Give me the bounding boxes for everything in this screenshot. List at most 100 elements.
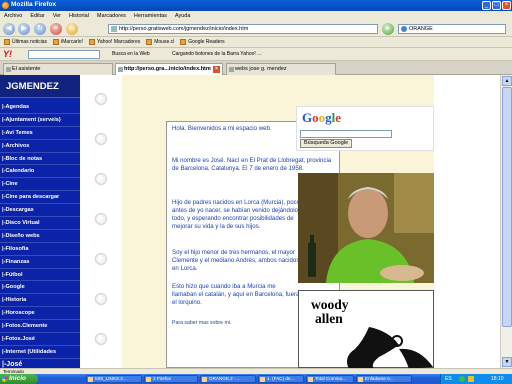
start-button[interactable]: Inicio [0, 374, 38, 384]
taskbar-item[interactable]: ORANGE.2 - ... [200, 375, 256, 383]
sidebar-item-agendas[interactable]: |-Agendas [0, 101, 80, 114]
document-icon [260, 377, 265, 382]
yahoo-search-input[interactable] [28, 50, 100, 59]
google-logo[interactable]: Google [302, 110, 341, 126]
menu-bar: Archivo Editar Ver Historial Marcadores … [0, 11, 512, 21]
binder-ring-icon [95, 333, 107, 345]
folder-icon [88, 377, 93, 382]
minimize-button[interactable]: _ [482, 1, 491, 10]
tab-webs[interactable]: webs jose g. mendez [226, 63, 336, 75]
siblings-paragraph: Soy el hijo menor de tres hermanos, el m… [172, 249, 300, 273]
menu-ayuda[interactable]: Ayuda [175, 13, 191, 19]
stop-icon[interactable]: × [50, 23, 62, 35]
window-titlebar[interactable]: Mozilla Firefox _ □ × [0, 0, 512, 11]
sidebar-item-cine-descargar[interactable]: |-Cine para descargar [0, 191, 80, 205]
clock[interactable]: 18:10 [491, 374, 504, 384]
sidebar-item-futbol[interactable]: |-Fútbol [0, 269, 80, 282]
google-search-input[interactable] [300, 130, 392, 138]
document-icon [358, 377, 363, 382]
tab-bar: El asistente http://perso.gra...inicio/i… [0, 61, 512, 75]
menu-historial[interactable]: Historial [69, 13, 89, 19]
sidebar-item-archivos[interactable]: |-Archivos [0, 140, 80, 153]
sidebar-item-internet[interactable]: |-Internet (Utilidades [0, 346, 80, 359]
document-icon [202, 377, 207, 382]
bookmark-item[interactable]: Google Readers [180, 39, 225, 45]
sidebar-item-disco-virtual[interactable]: |-Disco Virtual [0, 217, 80, 230]
profile-photo [298, 173, 434, 283]
bookmark-item[interactable]: Yahoo! Marcadores [88, 39, 140, 45]
menu-herramientas[interactable]: Herramientas [134, 13, 167, 19]
sidebar-item-horoscope[interactable]: |-Horoscope [0, 307, 80, 321]
window-title: Mozilla Firefox [11, 1, 57, 8]
taskbar-item[interactable]: 2 Firefox [144, 375, 198, 383]
sidebar-item-bloc-notas[interactable]: |-Bloc de notas [0, 153, 80, 166]
back-icon[interactable]: ◀ [3, 23, 15, 35]
language-indicator[interactable]: ES [445, 374, 452, 384]
page-content: JGMENDEZ |-Agendas |-Ajuntament (serveis… [0, 75, 512, 372]
site-favicon-icon [111, 26, 117, 32]
woody-allen-title: woody allen [311, 297, 349, 326]
tab-index[interactable]: http://perso.gra...inicio/index.htm × [115, 63, 223, 75]
sidebar-item-google[interactable]: |-Google [0, 281, 80, 295]
menu-editar[interactable]: Editar [30, 13, 44, 19]
sidebar-item-diseno-webs[interactable]: |-Diseño webs [0, 230, 80, 243]
bookmark-item[interactable]: Últimas noticias [4, 39, 47, 45]
google-icon [180, 39, 187, 45]
taskbar-item[interactable]: Total Comma... [306, 375, 354, 383]
nickname-paragraph: Esto hizo que cuando iba a Murcia me lla… [172, 283, 300, 307]
close-tab-icon[interactable]: × [213, 66, 220, 73]
app-icon [308, 377, 313, 382]
menu-archivo[interactable]: Archivo [4, 13, 22, 19]
bookmark-item[interactable]: Mouse.cl [146, 39, 174, 45]
more-about-me-link[interactable]: Para saber mas sobre mi. [172, 319, 302, 327]
binder-ring-icon [95, 93, 107, 105]
search-box[interactable]: ORANGE [398, 24, 506, 34]
tab-asistente[interactable]: El asistente [3, 63, 113, 75]
sidebar-item-cine[interactable]: |-Cine [0, 178, 80, 192]
scroll-thumb[interactable] [502, 87, 512, 327]
google-search-button[interactable]: Búsqueda Google [300, 139, 353, 148]
yahoo-loading-text: Cargando botones de la Barra Yahoo! ... [172, 51, 262, 57]
address-bar[interactable]: http://perso.gratisweb.com/jgmendez/inic… [108, 24, 378, 34]
yahoo-icon [88, 39, 95, 45]
sidebar-item-filosofia[interactable]: |-Filosofía [0, 243, 80, 256]
binder-ring-icon [95, 173, 107, 185]
scroll-down-icon[interactable]: ▼ [502, 357, 512, 367]
go-icon[interactable]: ▸ [382, 23, 394, 35]
sidebar-item-fotos-jose[interactable]: |-Fotos.José [0, 333, 80, 346]
system-tray: ES 18:10 [440, 374, 512, 384]
close-window-button[interactable]: × [502, 1, 511, 10]
forward-icon[interactable]: ▶ [18, 23, 30, 35]
sidebar-item-historia[interactable]: |-Historia [0, 294, 80, 308]
sidebar-item-fotos-clemente[interactable]: |-Fotos.Clemente [0, 320, 80, 334]
sidebar-header: JGMENDEZ [0, 75, 80, 98]
vertical-scrollbar[interactable]: ▲ ▼ [500, 75, 512, 368]
sidebar-item-ajuntament[interactable]: |-Ajuntament (serveis) [0, 114, 80, 127]
taskbar-item[interactable]: MIS_LINKS.2... [86, 375, 142, 383]
firefox-icon [146, 377, 151, 382]
scroll-up-icon[interactable]: ▲ [502, 76, 512, 86]
binder-rings [80, 75, 122, 368]
rss-icon [4, 39, 10, 45]
bookmark-item[interactable]: iMarcarlo! [53, 39, 83, 45]
taskbar-item[interactable]: 1. (FAC) de... [258, 375, 304, 383]
sidebar-item-descargas[interactable]: |-Descargas [0, 204, 80, 218]
menu-marcadores[interactable]: Marcadores [97, 13, 126, 19]
sidebar-item-calendario[interactable]: |-Calendario [0, 165, 80, 179]
intro-paragraph: Mi nombre es José. Nací en El Prat de Ll… [172, 157, 332, 173]
home-icon[interactable]: ⌂ [66, 23, 78, 35]
yahoo-search-button[interactable]: Busca en la Web [112, 51, 150, 57]
woody-allen-image: woody allen [298, 290, 434, 369]
sidebar-list: |-Agendas |-Ajuntament (serveis) |-Avi T… [0, 101, 80, 372]
maximize-button[interactable]: □ [492, 1, 501, 10]
yahoo-logo[interactable]: Y! [3, 49, 12, 59]
menu-ver[interactable]: Ver [53, 13, 61, 19]
reload-icon[interactable]: ↻ [34, 23, 46, 35]
volume-icon[interactable] [468, 376, 474, 382]
taskbar-item[interactable]: Enfadarse e... [356, 375, 412, 383]
network-icon[interactable] [459, 376, 465, 382]
sidebar-item-avi-temes[interactable]: |-Avi Temes [0, 127, 80, 140]
sidebar-item-finanzas[interactable]: |-Finanzas [0, 256, 80, 269]
google-search-widget: Google Búsqueda Google [296, 106, 434, 151]
yahoo-toolbar: Y! Busca en la Web Cargando botones de l… [0, 48, 512, 61]
